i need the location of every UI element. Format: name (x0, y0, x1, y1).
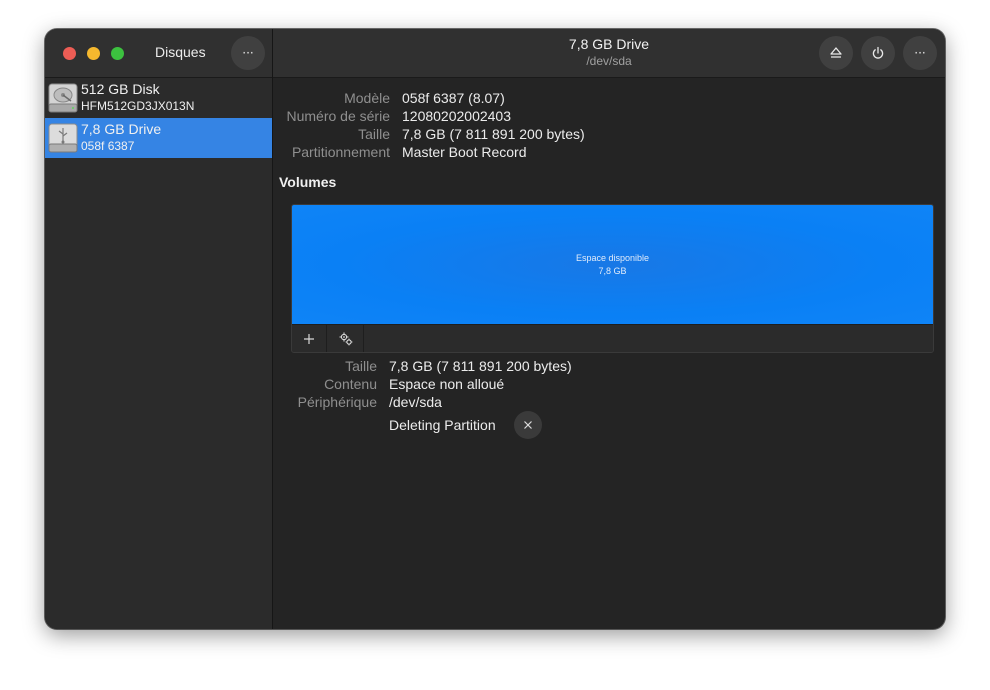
sidebar-item-sublabel: HFM512GD3JX013N (81, 99, 195, 113)
more-icon: ··· (242, 46, 254, 60)
free-space-title: Espace disponible (575, 253, 650, 263)
free-space-label: Espace disponible 7,8 GB (292, 252, 933, 278)
volume-toolbar (292, 324, 933, 352)
close-icon (524, 421, 532, 429)
more-icon: ··· (914, 46, 926, 60)
disks-window: Disques ··· 512 GB Disk HFM512GD3JX013N (45, 29, 945, 629)
power-off-button[interactable] (861, 36, 895, 70)
gears-icon (339, 332, 353, 346)
size-value: 7,8 GB (7 811 891 200 bytes) (402, 126, 585, 142)
eject-button[interactable] (819, 36, 853, 70)
sidebar-item-7-8gb-drive[interactable]: 7,8 GB Drive 058f 6387 (45, 118, 272, 158)
sidebar-item-512gb-disk[interactable]: 512 GB Disk HFM512GD3JX013N (45, 78, 272, 118)
partitioning-value: Master Boot Record (402, 144, 527, 160)
free-space-segment[interactable]: Espace disponible 7,8 GB (292, 205, 933, 324)
app-menu-button[interactable]: ··· (231, 36, 265, 70)
usb-drive-icon (48, 123, 78, 153)
volume-device-label: Périphérique (297, 394, 377, 410)
free-space-size: 7,8 GB (598, 266, 627, 276)
create-partition-button[interactable] (292, 325, 327, 352)
size-label: Taille (358, 126, 390, 142)
sidebar: Disques ··· 512 GB Disk HFM512GD3JX013N (45, 29, 273, 629)
volume-content-label: Contenu (324, 376, 377, 392)
volume-content-value: Espace non alloué (389, 376, 505, 392)
hard-disk-icon (48, 83, 78, 113)
cancel-job-button[interactable] (514, 411, 542, 439)
sidebar-item-label: 512 GB Disk (81, 81, 160, 97)
volume-size-value: 7,8 GB (7 811 891 200 bytes) (389, 358, 572, 374)
serial-value: 12080202002403 (402, 108, 512, 124)
sidebar-header: Disques ··· (45, 29, 272, 78)
sidebar-item-label: 7,8 GB Drive (81, 121, 162, 137)
header-bar: 7,8 GB Drive /dev/sda ··· (273, 29, 945, 78)
volume-device-value: /dev/sda (389, 394, 442, 410)
sidebar-item-sublabel: 058f 6387 (81, 139, 135, 153)
volumes-heading: Volumes (279, 174, 337, 190)
minimize-window-button[interactable] (87, 47, 100, 60)
partition-options-button[interactable] (329, 325, 364, 352)
app-title: Disques (155, 44, 206, 60)
partitioning-label: Partitionnement (291, 144, 390, 160)
model-label: Modèle (344, 90, 390, 106)
close-window-button[interactable] (63, 47, 76, 60)
volume-size-label: Taille (345, 358, 377, 374)
power-icon (872, 46, 884, 59)
job-status-text: Deleting Partition (389, 417, 496, 433)
drive-menu-button[interactable]: ··· (903, 36, 937, 70)
model-value: 058f 6387 (8.07) (402, 90, 505, 106)
volume-map: Espace disponible 7,8 GB (291, 204, 934, 353)
plus-icon (304, 334, 314, 344)
serial-label: Numéro de série (286, 108, 391, 124)
maximize-window-button[interactable] (111, 47, 124, 60)
eject-icon (830, 47, 842, 58)
